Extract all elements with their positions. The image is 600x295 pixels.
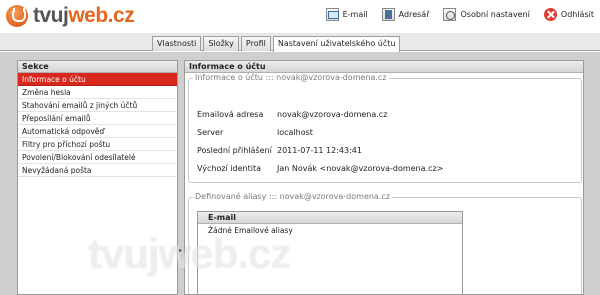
info-label: Server (197, 127, 224, 137)
info-label: Emailová adresa (197, 109, 264, 119)
sidebar-item-filters[interactable]: Filtry pro příchozí poštu (18, 138, 177, 151)
app-header: tvujweb.cz E-mail Adresář Osobní nastave… (0, 0, 600, 33)
tab-account-settings[interactable]: Nastavení uživatelského účtu (272, 36, 401, 52)
personal-settings-link-label: Osobní nastavení (460, 9, 530, 19)
sidebar-title: Sekce (18, 61, 177, 73)
mail-icon (325, 7, 339, 21)
sidebar-item-allow-block[interactable]: Povolení/Blokování odesílatelé (18, 151, 177, 164)
main-panel-title: Informace o účtu (185, 61, 583, 73)
sidebar-item-account-info[interactable]: Informace o účtu (18, 73, 177, 86)
settings-icon (443, 7, 457, 21)
info-value: Jan Novák <novak@vzorova-domena.cz> (277, 163, 444, 173)
tab-profile[interactable]: Profil (240, 36, 271, 51)
main-panel: Informace o účtu Informace o účtu ::: no… (184, 60, 584, 295)
address-book-icon (381, 7, 395, 21)
info-row-server: Server localhost (197, 123, 443, 141)
tab-properties[interactable]: Vlastnosti (152, 36, 202, 51)
info-value: 2011-07-11 12:43:41 (277, 145, 362, 155)
aliases-fieldset: Definované aliasy ::: novak@vzorova-dome… (188, 192, 582, 294)
personal-settings-link[interactable]: Osobní nastavení (443, 7, 530, 21)
tab-bar: Vlastnosti Složky Profil Nastavení uživa… (0, 33, 600, 52)
sidebar-item-fetch-mail[interactable]: Stahování emailů z jiných účtů (18, 99, 177, 112)
tab-folders[interactable]: Složky (203, 36, 239, 51)
info-value: localhost (277, 127, 313, 137)
logout-link-label: Odhlásit (560, 9, 594, 19)
address-book-link-label: Adresář (398, 9, 430, 19)
account-info-fieldset: Informace o účtu ::: novak@vzorova-domen… (188, 73, 582, 183)
sidebar-item-change-password[interactable]: Změna hesla (18, 86, 177, 99)
table-row[interactable]: Žádné Emailové aliasy (198, 224, 462, 237)
sections-sidebar: Sekce Informace o účtu Změna hesla Staho… (17, 60, 178, 295)
logout-icon (543, 7, 557, 21)
splitter-arrow-icon[interactable]: ▸ (179, 247, 182, 254)
logout-link[interactable]: Odhlásit (543, 7, 594, 21)
account-info-table: Emailová adresa novak@vzorova-domena.cz … (197, 105, 443, 177)
email-link-label: E-mail (342, 9, 368, 19)
info-row-identity: Výchozí identita Jan Novák <novak@vzorov… (197, 159, 443, 177)
sidebar-item-spam[interactable]: Nevyžádaná pošta (18, 164, 177, 177)
address-book-link[interactable]: Adresář (381, 7, 430, 21)
logo-text-suffix: web.cz (68, 4, 135, 27)
email-link[interactable]: E-mail (325, 7, 368, 21)
sidebar-item-forwarding[interactable]: Přeposílání emailů (18, 112, 177, 125)
brand-logo[interactable]: tvujweb.cz (6, 3, 135, 29)
info-label: Poslední přihlášení (197, 145, 272, 155)
aliases-grid: E-mail Žádné Emailové aliasy (197, 211, 463, 294)
logo-text-prefix: tvuj (33, 4, 69, 27)
logo-icon (6, 5, 28, 27)
header-links: E-mail Adresář Osobní nastavení Odhlásit (312, 6, 594, 22)
account-info-legend: Informace o účtu ::: novak@vzorova-domen… (193, 73, 389, 82)
workspace: Sekce Informace o účtu Změna hesla Staho… (0, 52, 600, 295)
aliases-grid-header[interactable]: E-mail (198, 212, 462, 224)
info-value: novak@vzorova-domena.cz (277, 109, 388, 119)
tabs: Vlastnosti Složky Profil Nastavení uživa… (152, 36, 402, 52)
logo-text: tvujweb.cz (33, 4, 135, 28)
info-label: Výchozí identita (197, 163, 262, 173)
info-row-email: Emailová adresa novak@vzorova-domena.cz (197, 105, 443, 123)
info-row-last-login: Poslední přihlášení 2011-07-11 12:43:41 (197, 141, 443, 159)
aliases-legend: Definované aliasy ::: novak@vzorova-dome… (193, 192, 392, 201)
sidebar-item-auto-reply[interactable]: Automatická odpověď (18, 125, 177, 138)
